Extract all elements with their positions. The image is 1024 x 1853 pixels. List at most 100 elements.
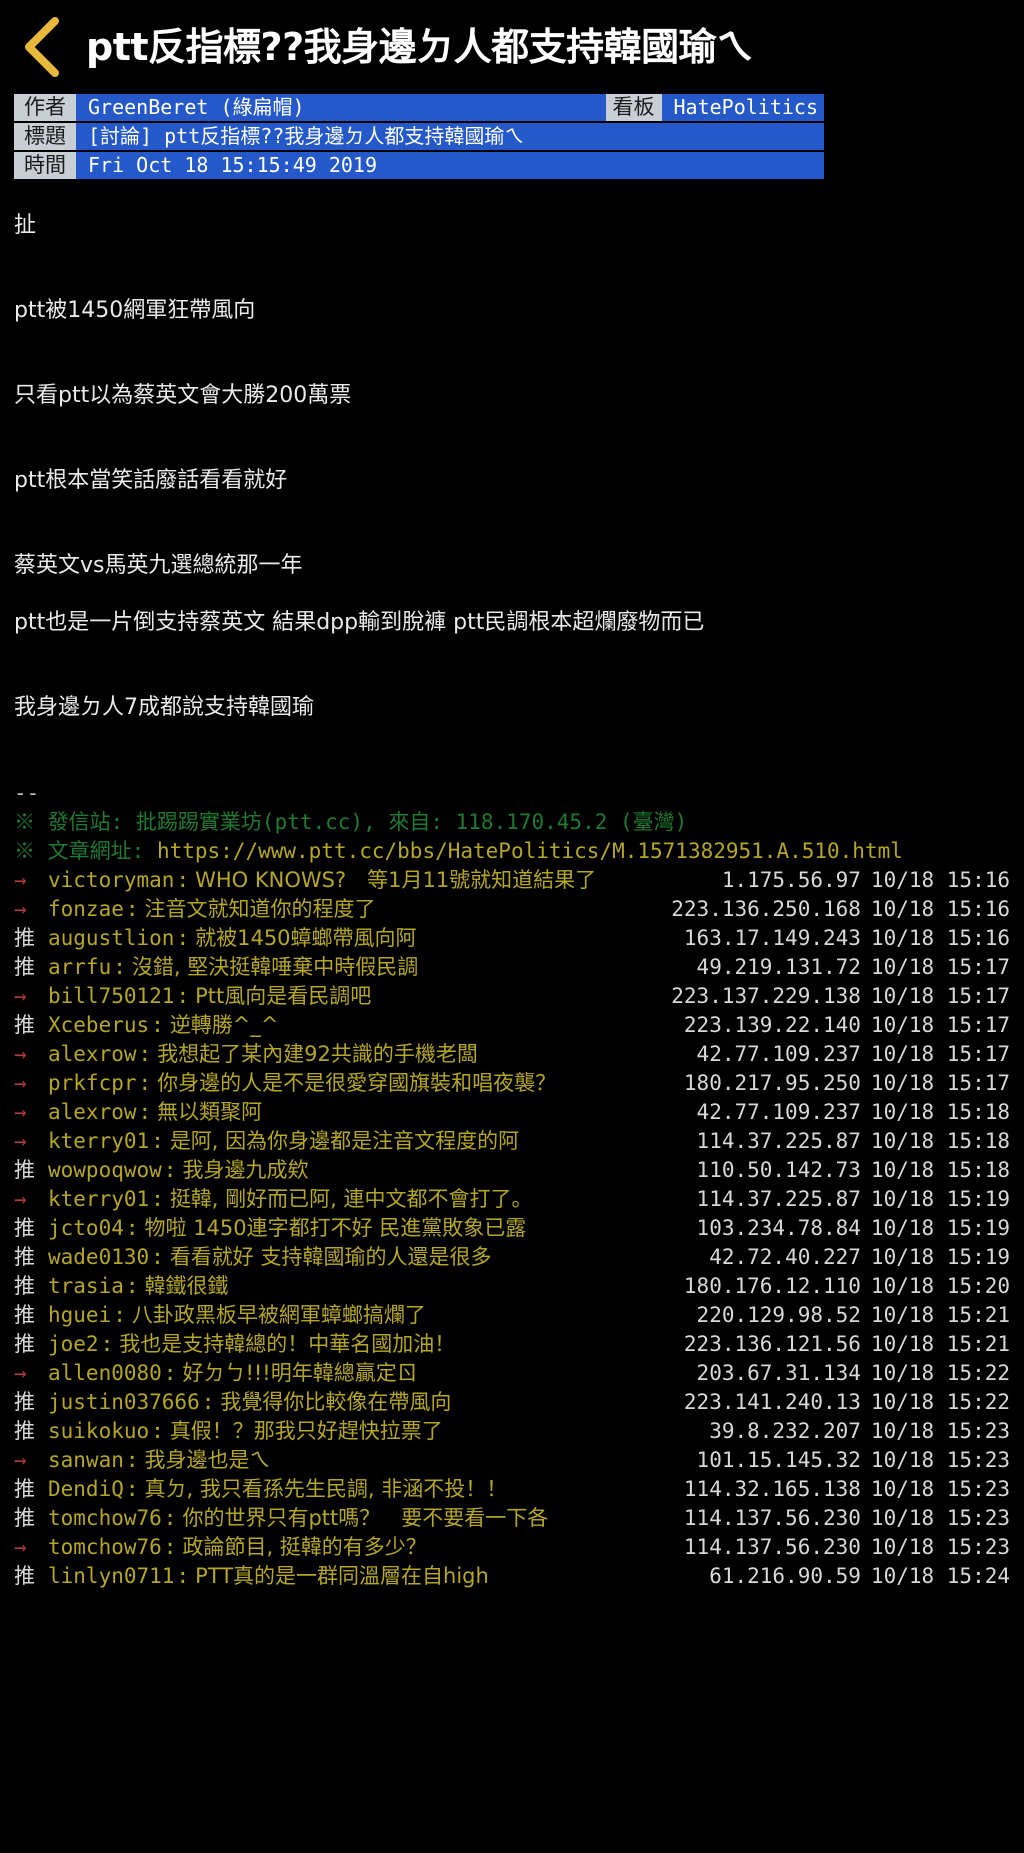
comment-ip: 42.77.109.237 xyxy=(696,1042,861,1066)
comment-colon: : xyxy=(125,1274,139,1298)
comment-row[interactable]: → fonzae: 注音文就知道你的程度了 223.136.250.168 10/18 … xyxy=(14,895,1024,924)
comment-ip: 180.217.95.250 xyxy=(683,1071,861,1095)
comment-author[interactable]: augustlion xyxy=(48,924,176,953)
comment-text: 我覺得你比較像在帶風向 xyxy=(220,1390,452,1414)
comment-timestamp: 10/18 15:21 xyxy=(870,1303,1010,1327)
comment-author[interactable]: allen0080 xyxy=(48,1359,164,1388)
comment-author[interactable]: DendiQ xyxy=(48,1475,126,1504)
comment-text: 無以類聚阿 xyxy=(157,1100,263,1124)
comment-author[interactable]: Xceberus xyxy=(48,1011,151,1040)
chevron-left-icon xyxy=(19,15,67,79)
comment-text: 沒錯, 堅決挺韓唾棄中時假民調 xyxy=(131,955,419,979)
comment-row[interactable]: → bill750121: Ptt風向是看民調吧 223.137.229.138 10/… xyxy=(14,982,1024,1011)
comment-author[interactable]: joe2 xyxy=(48,1330,101,1359)
comment-author[interactable]: alexrow xyxy=(48,1040,139,1069)
comment-timestamp: 10/18 15:18 xyxy=(870,1100,1010,1124)
comment-row[interactable]: → alexrow: 我想起了某內建92共識的手機老闆 42.77.109.237 10… xyxy=(14,1040,1024,1069)
comment-row[interactable]: 推 augustlion: 就被1450蟑螂帶風向阿 163.17.149.243 10… xyxy=(14,924,1024,953)
comment-colon: : xyxy=(151,1129,164,1153)
comment-arrow-icon: → xyxy=(14,1071,27,1095)
comment-row[interactable]: → victoryman: WHO KNOWS? 等1月11號就知道結果了 1.175… xyxy=(14,866,1024,895)
post-paragraph: 蔡英文vs馬英九選總統那一年 xyxy=(14,553,303,578)
comment-ip: 203.67.31.134 xyxy=(696,1361,861,1385)
comment-author[interactable]: wowpoqwow xyxy=(48,1156,164,1185)
comment-row[interactable]: → kterry01: 挺韓, 剛好而已阿, 連中文都不會打了。 114.37.225… xyxy=(14,1185,1024,1214)
comment-arrow-icon: → xyxy=(14,984,27,1008)
comment-author[interactable]: kterry01 xyxy=(48,1127,151,1156)
comment-row[interactable]: → alexrow: 無以類聚阿 42.77.109.237 10/18 15:18 xyxy=(14,1098,1024,1127)
comment-ip: 110.50.142.73 xyxy=(696,1158,861,1182)
comment-row[interactable]: → kterry01: 是阿, 因為你身邊都是注音文程度的阿 114.37.225.8… xyxy=(14,1127,1024,1156)
comment-author[interactable]: victoryman xyxy=(48,866,176,895)
meta-row-time: 時間 Fri Oct 18 15:15:49 2019 xyxy=(14,152,824,179)
comment-row[interactable]: → prkfcpr: 你身邊的人是不是很愛穿國旗裝和唱夜襲？ 180.217.95.2… xyxy=(14,1069,1024,1098)
comment-colon: : xyxy=(151,1013,164,1037)
comment-row[interactable]: 推 justin037666: 我覺得你比較像在帶風向 223.141.240.13 1… xyxy=(14,1388,1024,1417)
comment-author[interactable]: bill750121 xyxy=(48,982,176,1011)
comment-row[interactable]: 推 tomchow76: 你的世界只有ptt嗎？ 要不要看一下各 114.137.56… xyxy=(14,1504,1024,1533)
comment-row[interactable]: 推 wade0130: 看看就好 支持韓國瑜的人還是很多 42.72.40.227 10… xyxy=(14,1243,1024,1272)
post-paragraph: ptt根本當笑話廢話看看就好 xyxy=(14,468,288,493)
author-value[interactable]: GreenBeret (綠扁帽) xyxy=(76,94,606,121)
comment-colon: : xyxy=(176,868,190,892)
comment-colon: : xyxy=(138,1100,152,1124)
comment-author[interactable]: tomchow76 xyxy=(48,1504,164,1533)
comment-row[interactable]: 推 jcto04: 物啦 1450連字都打不好 民進黨敗象已露 103.234.78.… xyxy=(14,1214,1024,1243)
comment-row[interactable]: → sanwan: 我身邊也是ㄟ 101.15.145.32 10/18 15:23 xyxy=(14,1446,1024,1475)
comment-colon: : xyxy=(201,1390,215,1414)
comment-row[interactable]: 推 wowpoqwow: 我身邊九成欸 110.50.142.73 10/18 15:1… xyxy=(14,1156,1024,1185)
comment-text: 好ㄉㄅ!!!明年韓總贏定ㄖ xyxy=(182,1361,418,1385)
comment-row[interactable]: → tomchow76: 政論節目, 挺韓的有多少？ 114.137.56.230 10… xyxy=(14,1533,1024,1562)
comment-author[interactable]: prkfcpr xyxy=(48,1069,139,1098)
comment-row[interactable]: 推 hguei: 八卦政黑板早被網軍蟑螂搞爛了 220.129.98.52 10/18 … xyxy=(14,1301,1024,1330)
comment-row[interactable]: 推 arrfu: 沒錯, 堅決挺韓唾棄中時假民調 49.219.131.72 10/18… xyxy=(14,953,1024,982)
article-url-link[interactable]: https://www.ptt.cc/bbs/HatePolitics/M.15… xyxy=(157,839,903,863)
comment-author[interactable]: suikokuo xyxy=(48,1417,151,1446)
comment-author[interactable]: tomchow76 xyxy=(48,1533,164,1562)
comment-push-icon: 推 xyxy=(14,1477,35,1501)
comment-author[interactable]: hguei xyxy=(48,1301,113,1330)
comment-row[interactable]: 推 suikokuo: 真假！？那我只好趕快拉票了 39.8.232.207 10/18… xyxy=(14,1417,1024,1446)
comment-timestamp: 10/18 15:16 xyxy=(870,897,1010,921)
board-value[interactable]: HatePolitics xyxy=(662,94,825,121)
comment-push-icon: 推 xyxy=(14,926,35,950)
comment-text: WHO KNOWS? 等1月11號就知道結果了 xyxy=(195,868,597,892)
comment-colon: : xyxy=(138,1042,152,1066)
comment-text: 我身邊也是ㄟ xyxy=(144,1448,271,1472)
comment-author[interactable]: jcto04 xyxy=(48,1214,126,1243)
back-button[interactable] xyxy=(0,0,86,94)
comment-colon: : xyxy=(163,1506,177,1530)
comment-timestamp: 10/18 15:23 xyxy=(870,1448,1010,1472)
comment-timestamp: 10/18 15:18 xyxy=(870,1129,1010,1153)
comment-author[interactable]: wade0130 xyxy=(48,1243,151,1272)
comment-author[interactable]: justin037666 xyxy=(48,1388,202,1417)
comment-text: 你的世界只有ptt嗎？ 要不要看一下各 xyxy=(182,1506,549,1530)
comment-colon: : xyxy=(151,1187,164,1211)
comment-author[interactable]: sanwan xyxy=(48,1446,126,1475)
comment-colon: : xyxy=(125,1448,139,1472)
comment-ip: 114.137.56.230 xyxy=(683,1506,861,1530)
comment-row[interactable]: 推 DendiQ: 真ㄉ, 我只看孫先生民調, 非涵不投！！ 114.32.165.1… xyxy=(14,1475,1024,1504)
comment-push-icon: 推 xyxy=(14,1245,35,1269)
comment-author[interactable]: linlyn0711 xyxy=(48,1562,176,1591)
comment-timestamp: 10/18 15:16 xyxy=(870,868,1010,892)
comment-text: 你身邊的人是不是很愛穿國旗裝和唱夜襲？ xyxy=(157,1071,557,1095)
comment-ip: 223.141.240.13 xyxy=(683,1390,861,1414)
comment-ip: 42.77.109.237 xyxy=(696,1100,861,1124)
comment-ip: 223.136.250.168 xyxy=(671,897,861,921)
comment-ip: 180.176.12.110 xyxy=(683,1274,861,1298)
comment-row[interactable]: 推 linlyn0711: PTT真的是一群同溫層在自high 61.216.90.5… xyxy=(14,1562,1024,1591)
comment-author[interactable]: kterry01 xyxy=(48,1185,151,1214)
comment-row[interactable]: 推 Xceberus: 逆轉勝^_^ 223.139.22.140 10/18 15:1… xyxy=(14,1011,1024,1040)
comment-ip: 220.129.98.52 xyxy=(696,1303,861,1327)
comment-row[interactable]: 推 trasia: 韓鐵很鐵 180.176.12.110 10/18 15:20 xyxy=(14,1272,1024,1301)
comment-author[interactable]: fonzae xyxy=(48,895,126,924)
comment-row[interactable]: → allen0080: 好ㄉㄅ!!!明年韓總贏定ㄖ 203.67.31.134 10/… xyxy=(14,1359,1024,1388)
comment-ip: 101.15.145.32 xyxy=(696,1448,861,1472)
comment-author[interactable]: alexrow xyxy=(48,1098,139,1127)
comment-author[interactable]: arrfu xyxy=(48,953,113,982)
time-value: Fri Oct 18 15:15:49 2019 xyxy=(88,153,377,177)
comment-author[interactable]: trasia xyxy=(48,1272,126,1301)
comment-text: 政論節目, 挺韓的有多少？ xyxy=(182,1535,427,1559)
comment-row[interactable]: 推 joe2: 我也是支持韓總的！中華名國加油！ 223.136.121.56 10/1… xyxy=(14,1330,1024,1359)
